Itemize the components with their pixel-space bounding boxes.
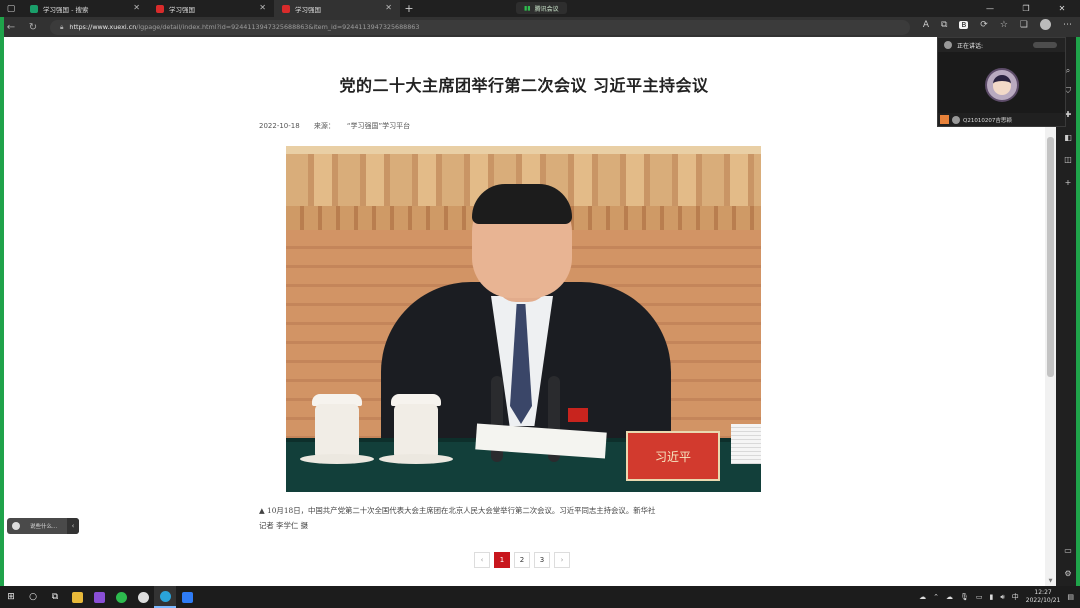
meeting-indicator[interactable]: ▮▮ 腾讯会议 bbox=[516, 2, 567, 14]
photo-caption: ▲ 10月18日，中国共产党第二十次全国代表大会主席团在北京人民大会堂举行第二次… bbox=[259, 503, 799, 533]
notifications-icon[interactable]: ▤ bbox=[1067, 593, 1074, 601]
chat-icon bbox=[12, 522, 20, 530]
article-source: “学习强国”学习平台 bbox=[346, 122, 411, 130]
tab-label: 学习强国 bbox=[169, 5, 195, 14]
tab-search[interactable]: 学习强国 - 搜索 ✕ bbox=[22, 0, 148, 17]
screen-share-border bbox=[1076, 37, 1080, 586]
taskbar: ⊞ ○ ⧉ ☁ ⌃ ☁ 🎙︎ ▭ ▮ 🔊︎ 中 12:27 2022/10/21… bbox=[0, 586, 1080, 608]
mic-status-icon bbox=[952, 115, 960, 124]
scroll-down-icon[interactable]: ▼ bbox=[1046, 578, 1055, 584]
url-path: /lgpage/detail/index.html?id=92441139473… bbox=[136, 23, 420, 31]
participant-avatar bbox=[985, 68, 1019, 102]
user-icon bbox=[940, 115, 949, 124]
url-field[interactable]: 🔒︎ https://www.xuexi.cn /lgpage/detail/i… bbox=[50, 19, 910, 35]
sidebar-outlook-icon[interactable]: ◧ bbox=[1063, 133, 1073, 142]
pagination: ‹ 1 2 3 › bbox=[474, 552, 570, 568]
prev-page-button[interactable]: ‹ bbox=[474, 552, 490, 568]
show-hidden-icons[interactable]: ⌃ bbox=[933, 593, 939, 601]
weather-icon[interactable]: ☁ bbox=[919, 593, 926, 601]
meeting-label: 腾讯会议 bbox=[534, 5, 559, 13]
refresh-extension-icon[interactable]: ⟳ bbox=[980, 20, 988, 30]
minimize-icon[interactable]: — bbox=[972, 0, 1008, 17]
chat-placeholder: 说些什么... bbox=[30, 524, 58, 530]
clock[interactable]: 12:27 2022/10/21 bbox=[1026, 589, 1061, 605]
microphone-icon[interactable]: 🎙︎ bbox=[960, 593, 969, 601]
speaker-name-redacted bbox=[1033, 42, 1057, 48]
read-aloud-icon[interactable]: A bbox=[923, 20, 929, 30]
close-window-icon[interactable]: ✕ bbox=[1044, 0, 1080, 17]
participant-name: Q21010207吉思颖 bbox=[963, 117, 1012, 124]
xuexi-favicon-icon bbox=[156, 4, 164, 13]
close-tab-icon[interactable]: ✕ bbox=[385, 3, 392, 12]
article-page: 党的二十大主席团举行第二次会议 习近平主持会议 2022-10-18 来源： “学… bbox=[4, 37, 1056, 586]
caption-line: ▲ 10月18日，中国共产党第二十次全国代表大会主席团在北京人民大会堂举行第二次… bbox=[259, 506, 656, 515]
sidebar-add-icon[interactable]: + bbox=[1063, 178, 1073, 187]
file-explorer-icon[interactable] bbox=[66, 586, 88, 608]
page-1-button[interactable]: 1 bbox=[494, 552, 510, 568]
clock-date: 2022/10/21 bbox=[1025, 597, 1061, 604]
call-footer: Q21010207吉思颖 bbox=[938, 113, 1065, 126]
tab-actions-icon[interactable]: ▢ bbox=[0, 0, 22, 17]
speaking-label: 正在讲话: bbox=[957, 42, 984, 50]
xuexi-favicon-icon bbox=[282, 4, 290, 13]
battery-icon[interactable]: ▮ bbox=[990, 593, 994, 601]
close-tab-icon[interactable]: ✕ bbox=[259, 3, 266, 12]
nameplate: 习近平 bbox=[626, 431, 720, 481]
caption-line: 记者 李学仁 摄 bbox=[259, 521, 309, 530]
windows-start-icon[interactable]: ⊞ bbox=[0, 586, 22, 608]
toolbar-icons: A ⧉ B ⟳ ☆ ❏ ⋯ bbox=[923, 19, 1072, 30]
onedrive-icon[interactable]: ☁ bbox=[946, 593, 953, 601]
network-icon[interactable]: ▭ bbox=[976, 593, 983, 601]
article-source-label: 来源： bbox=[313, 122, 335, 130]
sidebar-office-icon[interactable]: ◫ bbox=[1063, 155, 1073, 164]
extension-icon[interactable]: B bbox=[959, 20, 969, 29]
search-icon[interactable]: ○ bbox=[22, 586, 44, 608]
address-bar: ← ↻ 🔒︎ https://www.xuexi.cn /lgpage/deta… bbox=[0, 17, 1080, 37]
signal-icon: ▮▮ bbox=[524, 4, 531, 12]
ime-indicator[interactable]: 中 bbox=[1012, 592, 1019, 602]
speaker-avatar-icon bbox=[944, 41, 952, 49]
tab-label: 学习强国 bbox=[295, 5, 321, 14]
volume-icon[interactable]: 🔊︎ bbox=[1000, 593, 1004, 602]
xuexi-favicon-icon bbox=[30, 4, 38, 13]
scrollbar-thumb[interactable] bbox=[1047, 137, 1054, 377]
maximize-icon[interactable]: ❐ bbox=[1008, 0, 1044, 17]
next-page-button[interactable]: › bbox=[554, 552, 570, 568]
collections-icon[interactable]: ❏ bbox=[1020, 20, 1028, 30]
task-view-icon[interactable]: ⧉ bbox=[44, 586, 66, 608]
call-header: 正在讲话: bbox=[938, 38, 1065, 52]
favorites-icon[interactable]: ☆ bbox=[1000, 20, 1008, 30]
meeting-chat-input[interactable]: 说些什么... ‹ bbox=[7, 518, 79, 534]
clock-time: 12:27 bbox=[1034, 589, 1052, 596]
tab-bar: ▢ 学习强国 - 搜索 ✕ 学习强国 ✕ 学习强国 ✕ + ▮▮ 腾讯会议 — … bbox=[0, 0, 1080, 17]
page-3-button[interactable]: 3 bbox=[534, 552, 550, 568]
edge-browser-icon[interactable] bbox=[154, 586, 176, 608]
collapse-chat-button[interactable]: ‹ bbox=[67, 518, 79, 534]
meeting-video-window[interactable]: 正在讲话: Q21010207吉思颖 bbox=[937, 37, 1066, 127]
sidebar-split-icon[interactable]: ▭ bbox=[1063, 546, 1073, 555]
window-controls: — ❐ ✕ bbox=[972, 0, 1080, 17]
lock-icon: 🔒︎ bbox=[60, 22, 64, 31]
url-host: https://www.xuexi.cn bbox=[69, 23, 137, 31]
more-icon[interactable]: ⋯ bbox=[1063, 20, 1072, 30]
app-icon[interactable] bbox=[132, 586, 154, 608]
tab-label: 学习强国 - 搜索 bbox=[43, 5, 89, 14]
refresh-icon[interactable]: ↻ bbox=[22, 22, 44, 33]
wechat-icon[interactable] bbox=[110, 586, 132, 608]
tab-xuexi-2[interactable]: 学习强国 ✕ bbox=[274, 0, 400, 17]
new-tab-button[interactable]: + bbox=[400, 2, 418, 15]
system-tray: ☁ ⌃ ☁ 🎙︎ ▭ ▮ 🔊︎ 中 12:27 2022/10/21 ▤ bbox=[919, 586, 1074, 608]
sidebar-settings-icon[interactable]: ⚙ bbox=[1063, 569, 1073, 578]
tab-xuexi-1[interactable]: 学习强国 ✕ bbox=[148, 0, 274, 17]
article-photo: 习近平 bbox=[286, 146, 761, 492]
tencent-meeting-icon[interactable] bbox=[176, 586, 198, 608]
close-tab-icon[interactable]: ✕ bbox=[133, 3, 140, 12]
article-date: 2022-10-18 bbox=[259, 122, 300, 130]
article-meta: 2022-10-18 来源： “学习强国”学习平台 bbox=[259, 121, 422, 131]
profile-icon[interactable] bbox=[1040, 19, 1051, 30]
tab-actions-icon[interactable]: ⧉ bbox=[941, 20, 947, 30]
visual-studio-icon[interactable] bbox=[88, 586, 110, 608]
page-2-button[interactable]: 2 bbox=[514, 552, 530, 568]
article-title: 党的二十大主席团举行第二次会议 习近平主持会议 bbox=[339, 76, 709, 95]
